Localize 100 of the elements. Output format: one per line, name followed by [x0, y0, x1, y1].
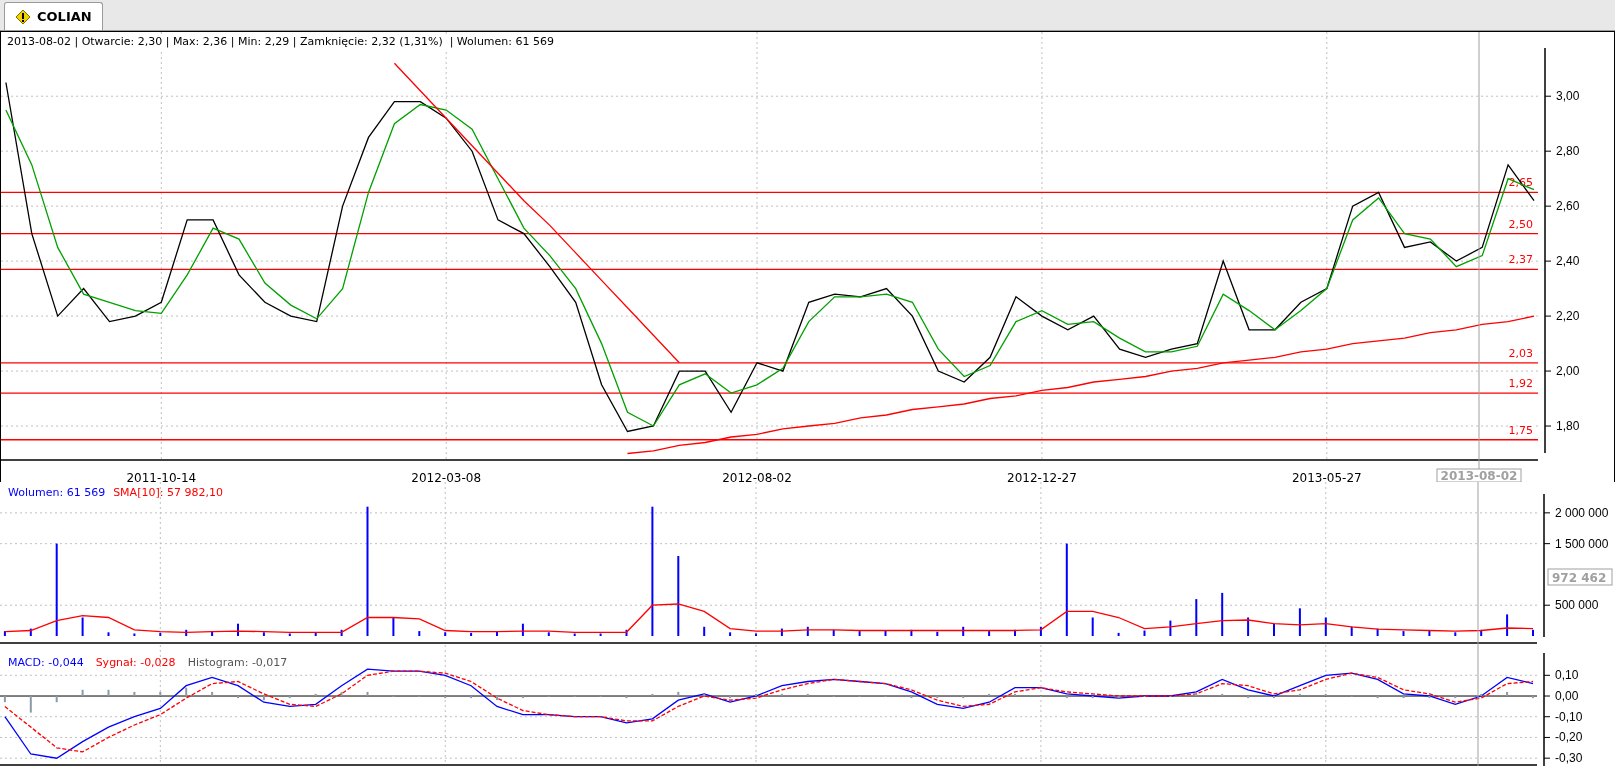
level-label: 1,75 [1508, 423, 1533, 437]
volume-bar [806, 626, 809, 636]
volume-bar [910, 629, 913, 636]
histogram-bar [159, 691, 162, 696]
histogram-bar [703, 693, 706, 696]
cursor-date-label: 2013-08-02 [1436, 468, 1522, 482]
volume-bar [1402, 631, 1405, 636]
histogram-bar [1480, 693, 1483, 696]
histogram-bar [3, 696, 6, 703]
histogram-bar [1247, 696, 1250, 699]
volume-bar [1117, 632, 1120, 636]
histogram-bar [988, 693, 991, 696]
histogram-bar [262, 696, 265, 701]
axis-label: 2,00 [1556, 364, 1580, 379]
histogram-bar [521, 696, 524, 699]
volume-bar [573, 633, 576, 636]
histogram-bar [1376, 696, 1379, 699]
volume-bar [1454, 632, 1457, 636]
volume-bar [392, 617, 395, 636]
volume-bar [1428, 630, 1431, 636]
date-label: 2012-08-02 [722, 471, 792, 482]
level-line[interactable] [1, 191, 1539, 194]
volume-bar [1350, 626, 1353, 636]
tab-label: COLIAN [37, 7, 92, 26]
histogram-bar [1428, 696, 1431, 699]
level-line[interactable] [1, 268, 1539, 270]
axis-label: -0,10 [1555, 709, 1583, 724]
histogram-bar [288, 696, 291, 699]
histogram-bar [81, 689, 84, 696]
volume-bar [1169, 620, 1172, 636]
histogram-bar [1298, 693, 1301, 696]
volume-bar [780, 628, 783, 636]
legend-text: Histogram: -0,017 [187, 655, 288, 671]
legend-text: Wolumen: 61 569 [8, 485, 106, 501]
histogram-bar [211, 691, 214, 696]
volume-bar [470, 632, 473, 636]
axis-label: 2,20 [1556, 309, 1580, 324]
volume-bar [1143, 630, 1146, 636]
level-line[interactable] [1, 233, 1539, 235]
level-line[interactable] [1, 439, 1539, 441]
volume-bar [1324, 617, 1327, 636]
histogram-bar [625, 696, 628, 699]
level-label: 2,03 [1508, 346, 1533, 360]
level-label: 1,92 [1508, 377, 1533, 391]
histogram-bar [340, 691, 343, 696]
quote-info: 2013-08-02 | Otwarcie: 2,30 | Max: 2,36 | Min: 2,29 | Zamknięcie: 2,32 (1,31%) | Wolumen: 61 569 [7, 34, 554, 51]
histogram-bar [1065, 696, 1068, 699]
volume-bar [599, 633, 602, 636]
volume-readout: 972 462 [1547, 568, 1613, 586]
axis-label: 2,40 [1556, 254, 1580, 269]
volume-bar [1480, 629, 1483, 636]
histogram-bar [29, 696, 32, 713]
axis-label: 500 000 [1555, 598, 1599, 613]
histogram-bar [444, 696, 447, 699]
axis-label: 3,00 [1556, 89, 1580, 104]
histogram-bar [936, 696, 939, 699]
volume-bar [444, 632, 447, 636]
histogram-bar [962, 696, 965, 699]
axis-label: 2 000 000 [1555, 505, 1609, 520]
date-label: 2012-03-08 [411, 471, 482, 482]
histogram-bar [1506, 691, 1509, 696]
axis-label: 2,60 [1556, 199, 1580, 214]
volume-bar [262, 632, 265, 636]
legend-text: MACD: -0,044 [8, 655, 84, 671]
volume-bar [858, 631, 861, 636]
chart-tab[interactable]: COLIAN [4, 2, 103, 30]
volume-bar [185, 629, 188, 636]
volume-bar [133, 633, 136, 636]
histogram-bar [1454, 696, 1457, 699]
histogram-bar [366, 691, 369, 696]
volume-bar [547, 632, 550, 636]
axis-label: -0,30 [1555, 751, 1583, 766]
histogram-bar [651, 693, 654, 696]
volume-bar [1506, 614, 1509, 636]
axis-label: -0,20 [1555, 730, 1583, 745]
histogram-bar [1117, 696, 1120, 699]
level-label: 2,37 [1508, 253, 1533, 267]
volume-bar [418, 631, 421, 636]
volume-bar [1247, 617, 1250, 636]
date-label: 2011-10-14 [126, 471, 197, 482]
volume-bar [936, 631, 939, 636]
volume-bar [521, 623, 524, 636]
volume-bar [107, 632, 110, 636]
volume-bar [211, 631, 214, 636]
histogram-bar [314, 693, 317, 696]
volume-bar [1298, 608, 1301, 636]
legend-text: SMA[10]: 57 982,10 [113, 485, 223, 501]
axis-label: 2,80 [1556, 144, 1580, 159]
histogram-bar [677, 691, 680, 696]
histogram-bar [780, 693, 783, 696]
axis-label: 1 500 000 [1555, 536, 1609, 551]
histogram-bar [910, 696, 913, 699]
volume-bar [340, 629, 343, 636]
histogram-bar [806, 693, 809, 696]
volume-bar [288, 633, 291, 636]
volume-bar [625, 629, 628, 636]
histogram-bar [1324, 693, 1327, 696]
volume-bar [81, 617, 84, 636]
volume-bar [703, 626, 706, 636]
histogram-bar [133, 691, 136, 696]
